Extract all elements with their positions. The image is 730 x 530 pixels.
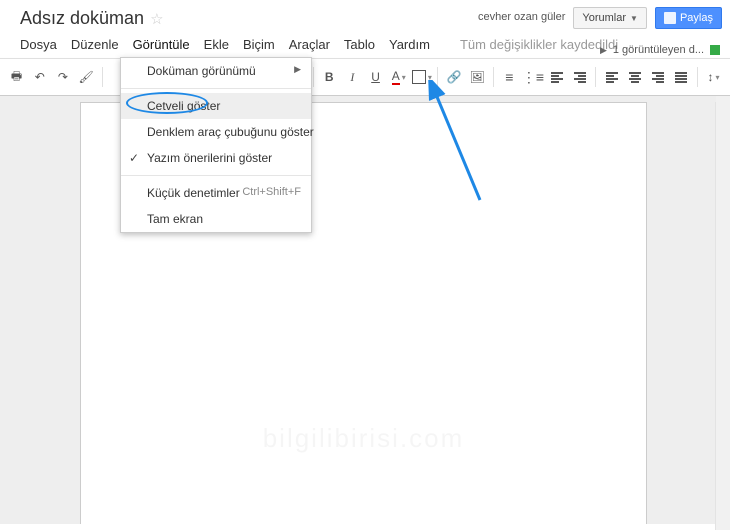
underline-button[interactable]: U [365,66,386,88]
document-title[interactable]: Adsız doküman [20,8,144,29]
numbered-list-button[interactable]: ≡ [499,66,520,88]
menu-item-compact-controls[interactable]: Küçük denetimler Ctrl+Shift+F [121,180,311,206]
indent-button[interactable] [569,66,590,88]
menu-item-label: Doküman görünümü [147,64,256,78]
separator [121,88,311,89]
menu-help[interactable]: Yardım [389,37,430,52]
align-left-button[interactable] [601,66,622,88]
menu-item-label: Cetveli göster [147,99,220,113]
separator [595,67,596,87]
toolbar: 🖶 ↶ ↷ 🖌 B I U A 🔗 🖼 ≡ ⋮≡ ↕ [0,58,730,96]
vertical-scrollbar[interactable] [715,102,730,530]
highlight-color-button[interactable] [411,66,432,88]
menu-item-label: Yazım önerilerini göster [147,151,272,165]
separator [313,67,314,87]
undo-button[interactable]: ↶ [29,66,50,88]
menu-file[interactable]: Dosya [20,37,57,52]
menu-item-label: Küçük denetimler [147,186,240,200]
separator [493,67,494,87]
viewers-indicator[interactable]: ▶ 1 görüntüleyen d... [600,44,720,56]
save-status: Tüm değişiklikler kaydedildi [460,37,618,52]
menu-view[interactable]: Görüntüle [133,37,190,52]
separator [121,175,311,176]
share-button[interactable]: Paylaş [655,7,722,29]
user-name-label: cevher ozan güler [478,11,565,23]
menu-insert[interactable]: Ekle [204,37,229,52]
chevron-down-icon: ▼ [630,14,638,23]
separator [437,67,438,87]
share-icon [664,12,676,24]
top-right-controls: cevher ozan güler Yorumlar ▼ Paylaş [478,4,722,29]
comments-button[interactable]: Yorumlar ▼ [573,7,647,29]
menu-table[interactable]: Tablo [344,37,375,52]
view-menu-dropdown: Doküman görünümü ▶ Cetveli göster Denkle… [120,57,312,233]
menu-item-show-spelling[interactable]: ✓ Yazım önerilerini göster [121,145,311,171]
print-button[interactable]: 🖶 [6,66,27,88]
share-label: Paylaş [680,12,713,24]
menu-tools[interactable]: Araçlar [289,37,330,52]
comments-label: Yorumlar [582,12,626,24]
star-icon[interactable]: ☆ [150,10,163,28]
header: Adsız doküman ☆ cevher ozan güler Yoruml… [0,0,730,58]
align-justify-button[interactable] [671,66,692,88]
menu-item-document-view[interactable]: Doküman görünümü ▶ [121,58,311,84]
align-right-button[interactable] [648,66,669,88]
redo-button[interactable]: ↷ [52,66,73,88]
separator [102,67,103,87]
check-icon: ✓ [129,151,139,165]
align-center-button[interactable] [624,66,645,88]
line-spacing-button[interactable]: ↕ [703,66,724,88]
menu-format[interactable]: Biçim [243,37,275,52]
triangle-right-icon: ▶ [600,45,607,56]
bulleted-list-button[interactable]: ⋮≡ [522,66,544,88]
menu-item-label: Tam ekran [147,212,203,226]
outdent-button[interactable] [546,66,567,88]
menu-item-label: Denklem araç çubuğunu göster [147,125,314,139]
insert-link-button[interactable]: 🔗 [443,66,464,88]
text-color-button[interactable]: A [388,66,409,88]
menu-item-show-ruler[interactable]: Cetveli göster [121,93,311,119]
menu-edit[interactable]: Düzenle [71,37,119,52]
menu-item-fullscreen[interactable]: Tam ekran [121,206,311,232]
paint-format-button[interactable]: 🖌 [76,66,97,88]
chevron-right-icon: ▶ [294,64,301,75]
viewers-label: 1 görüntüleyen d... [613,44,704,56]
bold-button[interactable]: B [319,66,340,88]
insert-image-button[interactable]: 🖼 [467,66,488,88]
document-canvas[interactable]: bilgilibirisi.com [0,96,730,524]
separator [697,67,698,87]
italic-button[interactable]: I [342,66,363,88]
watermark: bilgilibirisi.com [81,423,646,454]
shortcut-label: Ctrl+Shift+F [242,186,301,198]
presence-icon [710,45,720,55]
menu-item-show-equation-toolbar[interactable]: Denklem araç çubuğunu göster [121,119,311,145]
